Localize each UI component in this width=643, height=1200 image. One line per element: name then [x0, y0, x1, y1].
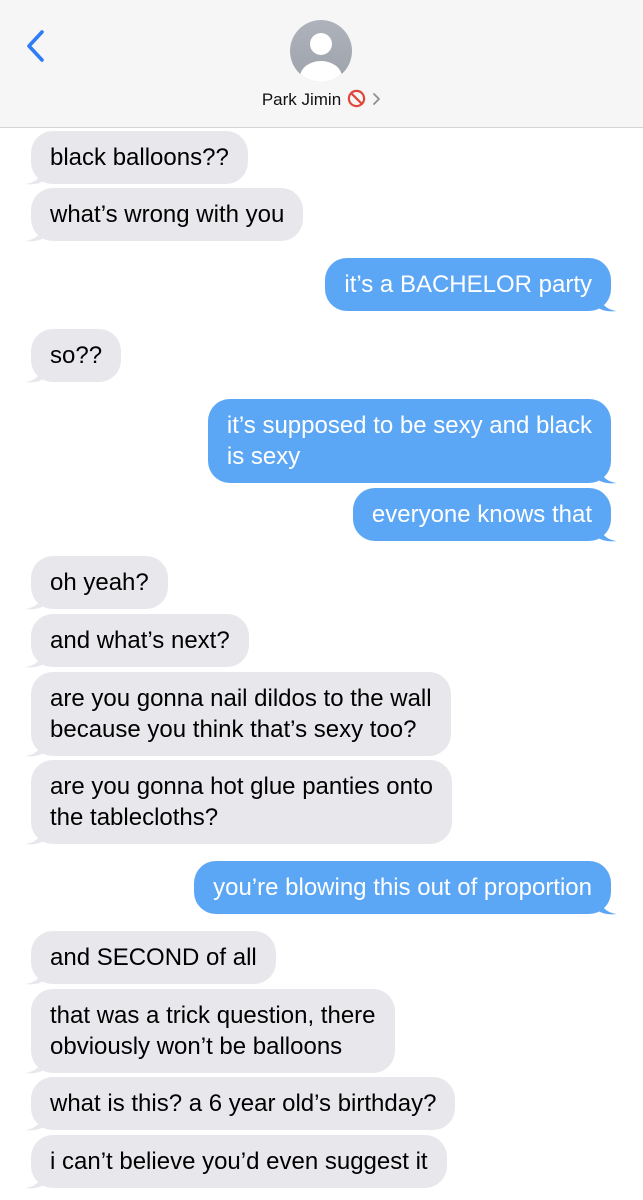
message-text-line: so?? [50, 342, 103, 369]
sent-message-bubble[interactable]: everyone knows that [352, 488, 617, 542]
message-text-line: what’s wrong with you [50, 201, 285, 228]
message-text-line: are you gonna nail dildos to the wall [50, 685, 432, 712]
received-message-bubble[interactable]: i can’t believe you’d even suggest it [25, 1135, 447, 1189]
bubble-tail-icon [25, 1113, 45, 1131]
bubble-tail-icon [25, 224, 45, 242]
message-text-line: the tablecloths? [50, 804, 219, 831]
received-message-bubble[interactable]: what is this? a 6 year old’s birthday? [25, 1077, 456, 1131]
message-text-line: it’s supposed to be sexy and black [226, 412, 592, 439]
chevron-right-icon [372, 89, 381, 105]
person-silhouette-icon [300, 33, 342, 82]
received-message-bubble[interactable]: so?? [25, 329, 122, 383]
received-message-bubble[interactable]: are you gonna nail dildos to the wall bec… [25, 672, 451, 757]
received-message-bubble[interactable]: and SECOND of all [25, 931, 276, 985]
sent-message-bubble[interactable]: it’s a BACHELOR party [325, 258, 617, 312]
message-text-line: it’s a BACHELOR party [344, 271, 592, 298]
bubble-tail-icon [25, 1056, 45, 1074]
bubble-tail-icon [25, 650, 45, 668]
contact-name: Park Jimin [261, 90, 342, 109]
received-message-bubble[interactable]: that was a trick question, there obviousl… [25, 989, 395, 1074]
bubble-tail-icon [597, 524, 617, 542]
bubble-tail-icon [25, 167, 45, 185]
message-text-line: you’re blowing this out of proportion [213, 874, 592, 901]
sent-message-bubble[interactable]: you’re blowing this out of proportion [194, 861, 617, 915]
bubble-tail-icon [597, 466, 617, 484]
message-text-line: oh yeah? [50, 569, 149, 596]
bubble-tail-icon [597, 294, 617, 312]
contact-name-button[interactable]: Park Jimin [0, 88, 643, 112]
message-text-line: because you think that’s sexy too? [50, 716, 417, 743]
chevron-left-icon [27, 30, 44, 62]
message-text-line: what is this? a 6 year old’s birthday? [50, 1090, 437, 1117]
bubble-tail-icon [25, 827, 45, 845]
message-text-line: are you gonna hot glue panties onto [50, 773, 433, 800]
bubble-tail-icon [25, 592, 45, 610]
received-message-bubble[interactable]: what’s wrong with you [25, 188, 304, 242]
bubble-tail-icon [25, 967, 45, 985]
blocked-icon [347, 89, 366, 108]
avatar[interactable] [290, 20, 352, 82]
received-message-bubble[interactable]: oh yeah? [25, 556, 168, 610]
message-text-line: black balloons?? [50, 144, 229, 171]
conversation-header: Park Jimin [0, 0, 643, 128]
message-text-line: that was a trick question, there [50, 1002, 376, 1029]
message-text-line: and what’s next? [50, 627, 230, 654]
message-text-line: everyone knows that [371, 501, 592, 528]
message-text-line: i can’t believe you’d even suggest it [50, 1148, 428, 1175]
message-text-line: obviously won’t be balloons [50, 1033, 343, 1060]
received-message-bubble[interactable]: and what’s next? [25, 614, 249, 668]
bubble-tail-icon [25, 1171, 45, 1189]
bubble-tail-icon [25, 365, 45, 383]
bubble-tail-icon [597, 897, 617, 915]
message-text-line: is sexy [226, 443, 301, 470]
received-message-bubble[interactable]: are you gonna hot glue panties onto the t… [25, 760, 452, 845]
received-message-bubble[interactable]: black balloons?? [25, 131, 248, 185]
back-button[interactable] [22, 26, 52, 66]
message-text-line: and SECOND of all [50, 944, 257, 971]
sent-message-bubble[interactable]: it’s supposed to be sexy and black is sex… [207, 399, 617, 484]
bubble-tail-icon [25, 739, 45, 757]
